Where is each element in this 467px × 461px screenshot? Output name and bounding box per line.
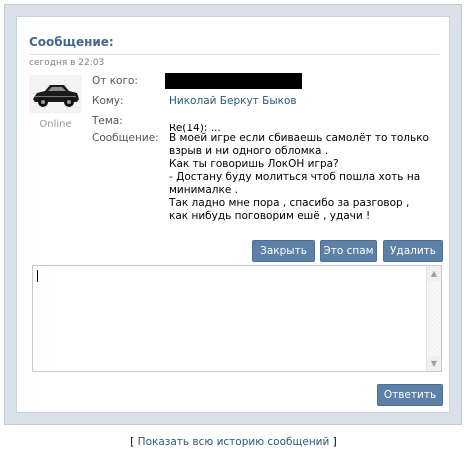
- reply-textarea[interactable]: ▲ ▼: [32, 265, 442, 372]
- scroll-up-arrow-icon[interactable]: ▲: [427, 266, 441, 281]
- body-label: Сообщение:: [92, 132, 159, 144]
- message-frame: Сообщение: сегодня в 22:03 Online От ког…: [4, 4, 462, 425]
- message-line: как нибудь поговорим ешё , удачи !: [169, 210, 371, 222]
- title-divider: [29, 54, 439, 55]
- car-avatar-icon: [29, 75, 82, 113]
- message-body: В моей игре если сбиваешь самолёт то тол…: [169, 132, 429, 223]
- delete-button[interactable]: Удалить: [383, 240, 443, 262]
- subject-label: Тема:: [92, 115, 123, 127]
- message-line: В моей игре если сбиваешь самолёт то тол…: [169, 132, 429, 144]
- message-line: Так ладно мне пора , спасибо за разговор…: [169, 197, 410, 209]
- reply-button[interactable]: Ответить: [377, 384, 443, 406]
- online-status: Online: [39, 119, 72, 130]
- show-history-link[interactable]: Показать всю историю сообщений: [138, 436, 330, 448]
- reply-scrollbar[interactable]: ▲ ▼: [426, 266, 441, 371]
- text-caret: [37, 270, 38, 282]
- recipient-link[interactable]: Николай Беркут Быков: [169, 95, 297, 107]
- sender-name-redacted: [165, 73, 302, 89]
- message-line: Как ты говоришь ЛокОН игра?: [169, 158, 339, 170]
- message-line: взрыв и ни одного обломка .: [169, 145, 329, 157]
- to-label: Кому:: [92, 95, 124, 107]
- message-date: сегодня в 22:03: [29, 58, 105, 68]
- close-button[interactable]: Закрыть: [252, 240, 315, 262]
- open-bracket: [: [130, 436, 135, 448]
- scroll-down-arrow-icon[interactable]: ▼: [427, 356, 441, 371]
- from-label: От кого:: [92, 75, 138, 87]
- message-title: Сообщение:: [29, 35, 114, 49]
- message-line: минималке .: [169, 184, 238, 196]
- spam-button[interactable]: Это спам: [320, 240, 377, 262]
- history-footer: [ Показать всю историю сообщений ]: [0, 436, 467, 448]
- message-line: - Достану буду молиться чтоб пошла хоть …: [169, 171, 421, 183]
- avatar[interactable]: [29, 75, 82, 113]
- message-panel: Сообщение: сегодня в 22:03 Online От ког…: [16, 16, 450, 413]
- close-bracket: ]: [332, 436, 337, 448]
